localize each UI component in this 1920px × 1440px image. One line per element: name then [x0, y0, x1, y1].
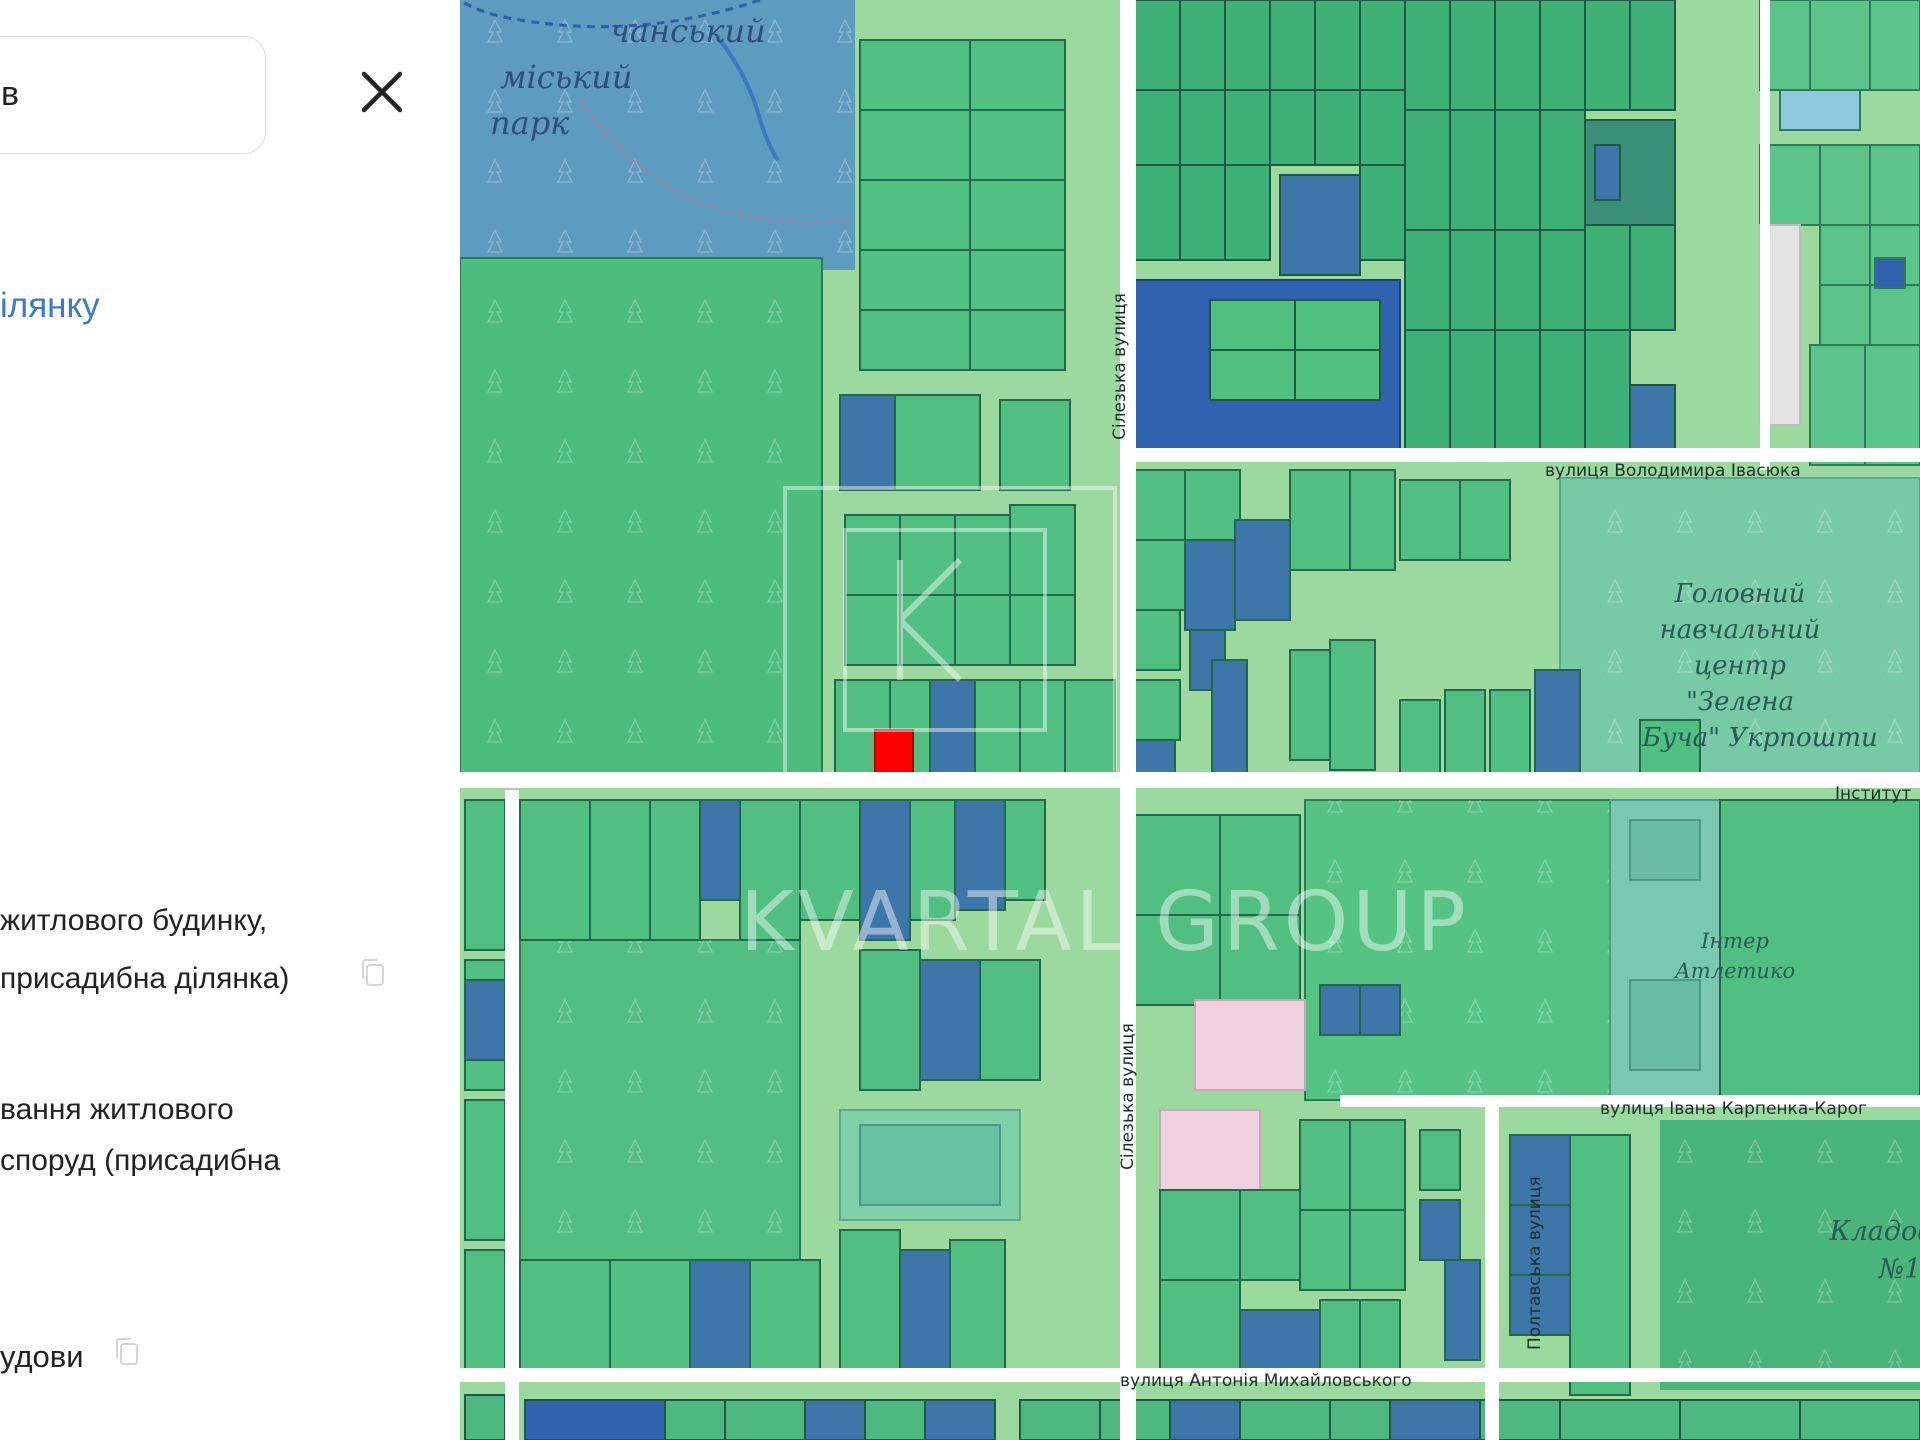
purpose-line-1: житлового будинку,: [0, 904, 268, 937]
street-label-instytutska: Інститут: [1835, 784, 1911, 804]
center-label-line-3: центр: [1694, 651, 1786, 681]
copy-icon[interactable]: [112, 1336, 142, 1368]
center-label-line-5: Буча" Укрпошти: [1641, 723, 1877, 753]
use-line-1: вання житлового: [0, 1093, 234, 1126]
cadastral-map[interactable]: чанський міський парк Головний навчальни…: [460, 0, 1920, 1440]
plot-link[interactable]: ілянку: [0, 286, 100, 326]
park-label-line-2: міський: [500, 58, 632, 96]
parcels-bottom: [464, 1394, 1920, 1440]
sidebar: в ілянку житлового будинку, присадибна д…: [0, 0, 460, 1440]
purpose-line-2: присадибна ділянка): [0, 962, 290, 995]
street-label-karpenka: вулиця Івана Карпенка-Карог: [1600, 1099, 1867, 1119]
sports-field-inner: [859, 1124, 1001, 1206]
center-label-line-2: навчальний: [1660, 615, 1821, 645]
copy-icon[interactable]: [358, 957, 388, 989]
watermark-text: KVARTAL GROUP: [740, 875, 1470, 970]
inter-label-line-1: Інтер: [1700, 929, 1769, 953]
search-value[interactable]: в: [1, 75, 19, 114]
blue-block-north: [1124, 279, 1401, 451]
cemetery-label-line-1: Кладови: [1829, 1216, 1920, 1247]
use-line-2: споруд (присадибна: [0, 1144, 281, 1177]
close-button[interactable]: [352, 62, 412, 122]
street-label-mykhailovskoho: вулиця Антонія Михайловського: [1120, 1371, 1412, 1391]
center-label-line-1: Головний: [1674, 579, 1806, 609]
inter-label-line-2: Атлетико: [1673, 959, 1795, 983]
street-label-sileska-south: Сілезька вулиця: [1118, 1023, 1138, 1170]
search-box[interactable]: в: [0, 36, 266, 154]
parcels-east: [1759, 0, 1920, 466]
street-label-poltavska: Полтавська вулиця: [1525, 1176, 1545, 1350]
cemetery-label-line-2: №1: [1878, 1254, 1920, 1285]
center-label-line-4: "Зелена: [1686, 687, 1794, 717]
street-label-ivasyuka: вулиця Володимира Івасюка: [1545, 461, 1801, 481]
category-line: удови: [0, 1339, 84, 1374]
park-label-line-1: чанський: [610, 12, 766, 50]
close-icon: [361, 71, 403, 113]
selected-parcel[interactable]: [874, 729, 914, 775]
parcels-north: [859, 39, 1066, 371]
street-label-sileska-north: Сілезька вулиця: [1110, 293, 1130, 440]
park-label-line-3: парк: [490, 104, 570, 142]
